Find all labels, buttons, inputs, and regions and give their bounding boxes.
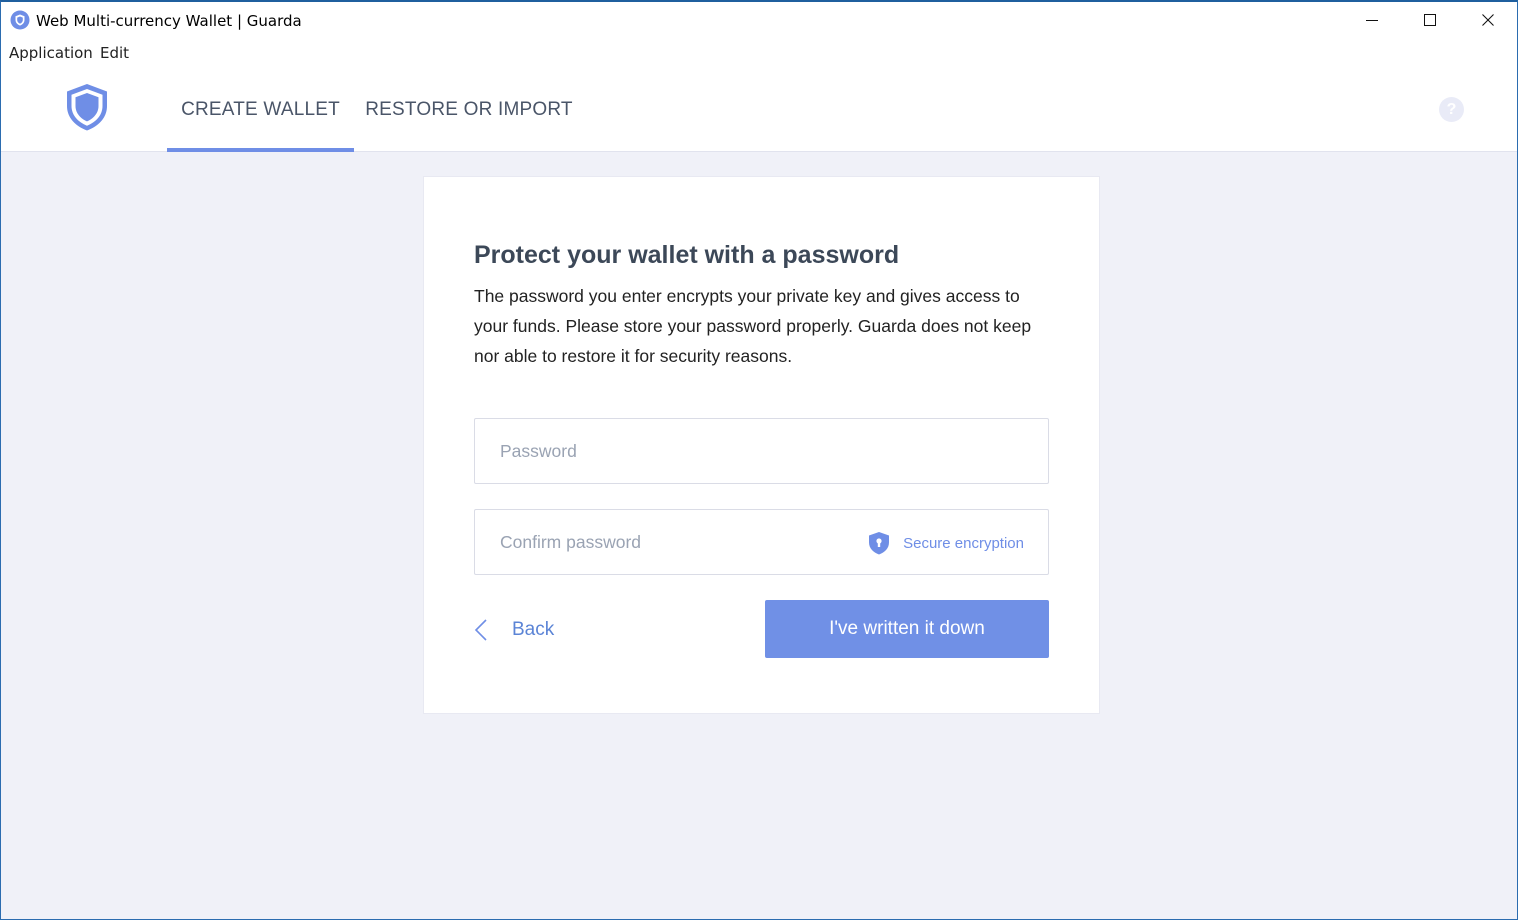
menu-bar: Application Edit — [1, 40, 1517, 68]
maximize-icon — [1424, 14, 1436, 26]
maximize-button[interactable] — [1401, 2, 1459, 38]
chevron-left-icon — [474, 619, 487, 641]
password-input[interactable] — [475, 419, 1048, 483]
close-icon — [1482, 14, 1494, 26]
minimize-icon — [1366, 20, 1378, 21]
app-window: Web Multi-currency Wallet | Guarda Appli… — [0, 0, 1518, 920]
card-title: Protect your wallet with a password — [474, 241, 900, 269]
tab-create-wallet-label: CREATE WALLET — [181, 99, 340, 120]
app-shield-icon — [10, 10, 30, 30]
shield-lock-icon — [869, 532, 890, 555]
tab-restore-import[interactable]: RESTORE OR IMPORT — [363, 68, 575, 152]
help-question-icon[interactable]: ? — [1439, 97, 1464, 122]
close-button[interactable] — [1459, 2, 1517, 38]
title-bar: Web Multi-currency Wallet | Guarda — [1, 2, 1517, 40]
menu-application[interactable]: Application — [9, 44, 93, 62]
tab-create-wallet[interactable]: CREATE WALLET — [167, 68, 354, 152]
menu-edit[interactable]: Edit — [100, 44, 129, 62]
password-field — [474, 418, 1049, 484]
card-description: The password you enter encrypts your pri… — [474, 286, 1032, 366]
secure-encryption-label: Secure encryption — [903, 534, 1024, 552]
confirm-password-field: Secure encryption — [474, 509, 1049, 575]
secure-encryption-badge: Secure encryption — [868, 530, 1024, 556]
window-title: Web Multi-currency Wallet | Guarda — [36, 12, 302, 30]
password-card: Protect your wallet with a password The … — [423, 176, 1100, 714]
top-nav: CREATE WALLET RESTORE OR IMPORT ? — [1, 68, 1517, 152]
back-label: Back — [512, 619, 555, 640]
back-button[interactable]: Back — [474, 615, 554, 645]
guarda-logo-icon[interactable] — [64, 82, 110, 132]
written-it-down-button[interactable]: I've written it down — [765, 600, 1049, 658]
minimize-button[interactable] — [1343, 2, 1401, 38]
tab-restore-import-label: RESTORE OR IMPORT — [365, 99, 573, 120]
